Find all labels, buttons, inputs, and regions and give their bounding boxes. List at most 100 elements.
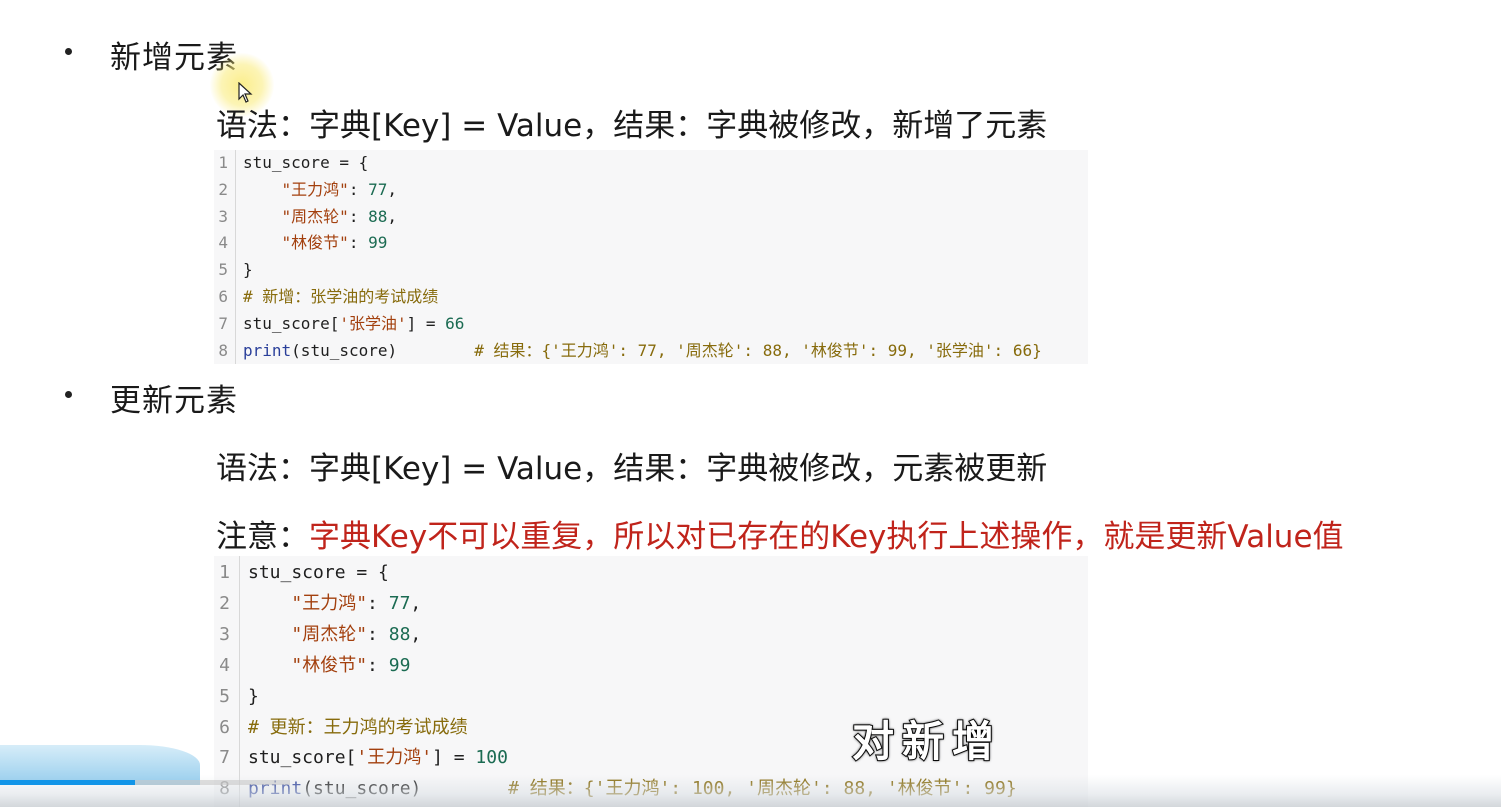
- code-token-plain: :: [348, 179, 369, 199]
- code-token-plain: ] =: [432, 747, 476, 769]
- code-line: 6 # 新增：张学油的考试成绩: [214, 284, 1088, 311]
- line-number: 4: [218, 233, 228, 253]
- code-token-str: "林俊节": [291, 654, 368, 676]
- code-line: 1 stu_score = {: [214, 150, 1088, 177]
- code-text: stu_score['王力鸿'] = 100: [248, 743, 508, 774]
- syntax-update: 语法：字典[Key] = Value，结果：字典被修改，元素被更新: [216, 451, 1048, 487]
- code-text: stu_score = {: [248, 558, 389, 589]
- code-token-str: '张学油': [339, 313, 407, 333]
- code-token-plain: stu_score = {: [243, 153, 369, 172]
- code-line: 8 print(stu_score) # 结果：{'王力鸿': 77, '周杰轮'…: [214, 338, 1088, 365]
- code-line: 1 stu_score = {: [214, 558, 1088, 589]
- code-text: }: [243, 257, 253, 284]
- line-number: 3: [218, 206, 228, 226]
- code-line: 7 stu_score['张学油'] = 66: [214, 311, 1088, 338]
- code-line: 2 "王力鸿": 77,: [214, 177, 1088, 204]
- code-line: 3 "周杰轮": 88,: [214, 204, 1088, 231]
- code-token-plain: stu_score[: [243, 313, 340, 333]
- progress-bar[interactable]: [0, 780, 136, 785]
- code-token-plain: ,: [387, 179, 397, 199]
- code-token-fn: print: [243, 340, 292, 360]
- line-number: 5: [219, 685, 230, 707]
- line-number: 6: [218, 287, 228, 306]
- code-token-plain: }: [248, 685, 259, 707]
- note-line: 注意：字典Key不可以重复，所以对已存在的Key执行上述操作，就是更新Value…: [216, 511, 1344, 556]
- code-token-str: "周杰轮": [281, 206, 349, 226]
- code-token-num: 66: [445, 313, 465, 333]
- line-number: 7: [219, 747, 230, 769]
- line-number: 8: [218, 340, 228, 360]
- code-token-str: "林俊节": [281, 233, 349, 253]
- code-token-str: "王力鸿": [281, 179, 349, 199]
- bullet-point: [62, 388, 74, 400]
- code-token-comment: # 更新：王力鸿的考试成绩: [248, 716, 468, 738]
- code-token-str: '王力鸿': [356, 747, 433, 769]
- code-token-num: 88: [368, 206, 388, 226]
- code-text: "周杰轮": 88,: [243, 204, 397, 231]
- line-number: 4: [219, 654, 230, 676]
- code-text: print(stu_score) # 结果：{'王力鸿': 77, '周杰轮':…: [243, 338, 1042, 365]
- code-token-plain: :: [367, 654, 389, 676]
- code-token-plain: :: [367, 592, 389, 614]
- code-token-comment: # 结果：{'王力鸿': 77, '周杰轮': 88, '林俊节': 99, '…: [474, 340, 1042, 360]
- code-token-num: 100: [475, 747, 508, 769]
- code-token-plain: :: [367, 623, 389, 645]
- code-line: 2 "王力鸿": 77,: [214, 589, 1088, 620]
- code-text: "林俊节": 99: [248, 651, 410, 682]
- code-line: 5}: [214, 257, 1088, 284]
- code-text: "周杰轮": 88,: [248, 620, 421, 651]
- code-token-str: "王力鸿": [291, 592, 368, 614]
- line-number: 2: [219, 592, 230, 614]
- code-line: 4 "林俊节": 99: [214, 230, 1088, 257]
- code-token-num: 77: [388, 592, 411, 614]
- code-token-plain: ] =: [406, 313, 446, 333]
- line-number: 5: [218, 260, 228, 280]
- code-token-plain: ,: [410, 623, 422, 645]
- code-text: stu_score['张学油'] = 66: [243, 311, 464, 338]
- code-text: }: [248, 682, 259, 713]
- bullet-point: [62, 45, 74, 57]
- code-text: "王力鸿": 77,: [248, 589, 421, 620]
- line-number: 2: [218, 179, 228, 199]
- code-token-plain: :: [348, 206, 369, 226]
- code-token-comment: # 新增：张学油的考试成绩: [243, 287, 439, 306]
- code-block-update: 1 stu_score = {2 "王力鸿": 77, 3 "周杰轮": 88, 4 …: [214, 556, 1088, 807]
- code-block-add: 1 stu_score = {2 "王力鸿": 77, 3 "周杰轮": 88, 4 …: [214, 150, 1088, 364]
- code-token-plain: stu_score = {: [248, 562, 389, 583]
- code-text: "林俊节": 99: [243, 230, 388, 257]
- section-heading-update: 更新元素: [110, 383, 238, 419]
- video-frame: 新增元素 语法：字典[Key] = Value，结果：字典被修改，新增了元素 1…: [0, 0, 1501, 807]
- code-text: # 新增：张学油的考试成绩: [243, 284, 438, 311]
- line-number: 3: [219, 623, 230, 645]
- code-token-num: 99: [368, 233, 388, 253]
- decorative-wave: [0, 745, 200, 785]
- line-number: 6: [219, 716, 230, 738]
- code-token-num: 88: [388, 623, 411, 645]
- code-token-plain: :: [348, 233, 369, 253]
- code-token-str: "周杰轮": [291, 623, 368, 645]
- code-token-num: 99: [388, 654, 411, 676]
- subtitle-caption: 对新增: [851, 716, 1003, 767]
- code-token-plain: stu_score[: [248, 747, 357, 769]
- line-number: 1: [218, 153, 228, 172]
- code-line: 4 "林俊节": 99: [214, 651, 1088, 682]
- syntax-add: 语法：字典[Key] = Value，结果：字典被修改，新增了元素: [216, 108, 1048, 144]
- code-token-plain: (stu_score): [291, 340, 475, 360]
- code-text: "王力鸿": 77,: [243, 177, 397, 204]
- line-number: 7: [218, 313, 228, 333]
- code-line: 3 "周杰轮": 88,: [214, 620, 1088, 651]
- code-token-plain: ,: [387, 206, 397, 226]
- code-text: # 更新：王力鸿的考试成绩: [248, 713, 468, 744]
- code-token-plain: }: [243, 260, 253, 280]
- note-text: 字典Key不可以重复，所以对已存在的Key执行上述操作，就是更新Value值: [309, 519, 1344, 555]
- line-number: 1: [219, 562, 230, 583]
- code-text: stu_score = {: [243, 150, 368, 177]
- code-token-plain: ,: [410, 592, 422, 614]
- note-label: 注意：: [216, 519, 309, 555]
